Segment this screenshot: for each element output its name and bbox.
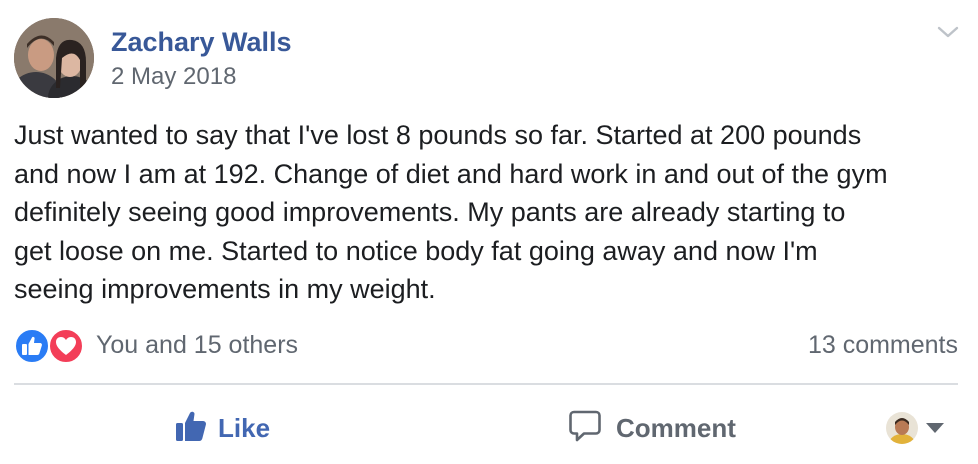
action-bar: Like Comment (14, 400, 958, 456)
chevron-down-icon[interactable] (936, 24, 960, 40)
author-avatar[interactable] (14, 18, 94, 98)
reactions-summary[interactable]: You and 15 others (14, 326, 298, 364)
caret-down-icon (926, 423, 944, 433)
post-meta: Zachary Walls 2 May 2018 (111, 25, 292, 92)
comment-button[interactable]: Comment (568, 408, 736, 448)
reaction-count[interactable]: You and 15 others (96, 331, 298, 360)
love-icon (48, 328, 84, 364)
reaction-icons (14, 326, 88, 364)
user-avatar (886, 412, 918, 444)
like-label: Like (218, 412, 271, 443)
post-header: Zachary Walls 2 May 2018 (14, 16, 292, 100)
post-card: Zachary Walls 2 May 2018 Just wanted to … (0, 0, 978, 464)
like-icon (14, 328, 50, 364)
divider (14, 383, 958, 385)
author-name[interactable]: Zachary Walls (111, 25, 292, 59)
audience-selector[interactable] (886, 410, 944, 446)
thumbs-up-icon (174, 409, 208, 448)
post-date[interactable]: 2 May 2018 (111, 62, 292, 92)
like-button[interactable]: Like (174, 408, 270, 448)
comment-label: Comment (616, 412, 736, 443)
speech-bubble-icon (568, 409, 602, 448)
reactions-bar: You and 15 others 13 comments (14, 326, 958, 364)
comments-count[interactable]: 13 comments (808, 331, 958, 360)
post-message: Just wanted to say that I've lost 8 poun… (14, 120, 888, 304)
